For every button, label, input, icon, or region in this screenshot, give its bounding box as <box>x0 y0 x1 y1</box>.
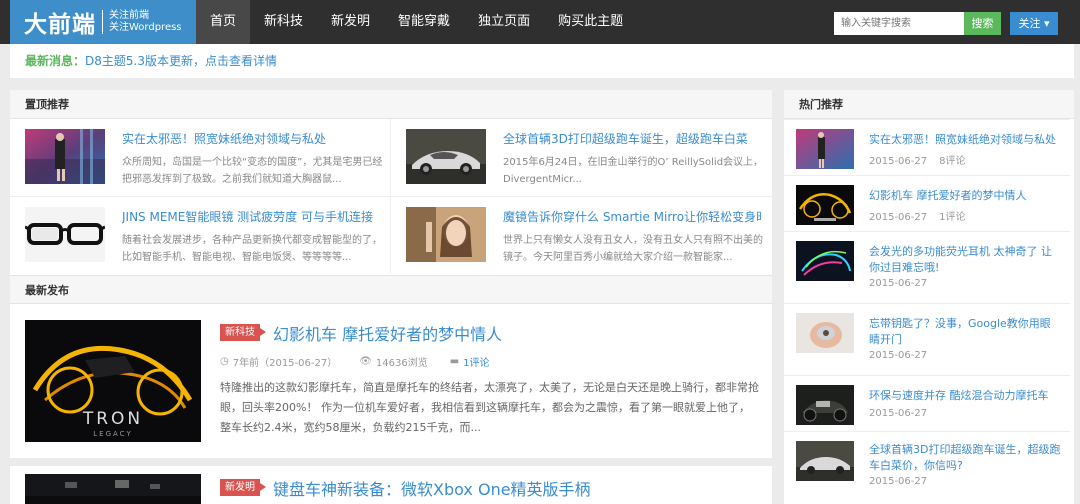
hot-item[interactable]: 忘带钥匙了？没事，Google教你用眼睛开门 2015-06-27 <box>784 303 1070 375</box>
recommend-desc: 众所周知，岛国是一个比较“变态的国度”，尤其是宅男已经把邪恶发挥到了极致。之前我… <box>122 157 383 185</box>
eye-icon: 👁 <box>359 356 372 367</box>
hot-recommend-heading: 热门推荐 <box>784 90 1074 119</box>
recommend-thumbnail[interactable] <box>25 207 105 262</box>
hot-item[interactable]: 环保与速度并存 酷炫混合动力摩托车 2015-06-27 <box>784 375 1070 431</box>
article-comments[interactable]: 1评论 <box>463 354 489 369</box>
notice-link[interactable]: D8主题5.3版本更新，点击查看详情 <box>85 54 277 68</box>
comment-icon: ▬ <box>449 356 460 367</box>
article-title[interactable]: 键盘车神新装备：微软Xbox One精英版手柄 <box>273 476 591 500</box>
nav-item-inventions[interactable]: 新发明 <box>317 0 384 44</box>
logo-subtitle-line1: 关注前端 <box>109 10 149 21</box>
main-panel: 置顶推荐 实在太邪恶！照宽妹纸绝对领域与私处 众所周知，岛国是一个比较“变态的国… <box>10 90 772 504</box>
search-input[interactable] <box>834 12 964 35</box>
divider <box>10 458 772 466</box>
top-recommend-grid: 实在太邪恶！照宽妹纸绝对领域与私处 众所周知，岛国是一个比较“变态的国度”，尤其… <box>10 119 772 273</box>
logo-subtitle: 关注前端 关注Wordpress <box>109 10 182 34</box>
nav-item-home[interactable]: 首页 <box>196 0 251 44</box>
hot-recommend-panel: 热门推荐 实在太邪恶！照宽妹纸绝对领域与私处 2015-06-27 8评论 幻影… <box>784 90 1074 504</box>
recommend-desc: 2015年6月24日，在旧金山举行的O’ ReillySolid会议上，Dive… <box>503 157 764 185</box>
article-views: 14636浏览 <box>375 358 428 369</box>
article-thumbnail[interactable]: TRON LEGACY <box>25 320 201 442</box>
recommend-item[interactable]: JINS MEME智能眼镜 测试疲劳度 可与手机连接 随着社会发展进步，各种产品… <box>10 197 390 274</box>
recommend-title[interactable]: 魔镜告诉你穿什么 Smartie Mirro让你轻松变身时 <box>503 208 761 225</box>
article-thumbnail[interactable] <box>25 474 201 504</box>
recommend-item[interactable]: 全球首辆3D打印超级跑车诞生，超级跑车白菜 2015年6月24日，在旧金山举行的… <box>391 119 771 196</box>
main-nav: 首页 新科技 新发明 智能穿戴 独立页面 购买此主题 <box>196 0 637 44</box>
recommend-thumbnail[interactable] <box>406 207 486 262</box>
tron-logo-subtext: LEGACY <box>93 430 132 438</box>
hot-title[interactable]: 幻影机车 摩托爱好者的梦中情人 <box>869 188 1061 204</box>
hot-meta: 2015-06-27 <box>869 408 939 419</box>
recommend-title[interactable]: JINS MEME智能眼镜 测试疲劳度 可与手机连接 <box>122 208 380 225</box>
recommend-desc: 随着社会发展进步，各种产品更新换代都变成智能型的了，比如智能手机、智能电视、智能… <box>122 235 382 263</box>
hot-meta: 2015-06-27 <box>869 350 939 361</box>
hot-date: 2015-06-27 <box>869 476 928 487</box>
notice-label: 最新消息： <box>25 54 86 68</box>
top-navbar: 大前端 关注前端 关注Wordpress 首页 新科技 新发明 智能穿戴 独立页… <box>0 0 1080 44</box>
nav-item-standalone-page[interactable]: 独立页面 <box>464 0 544 44</box>
hot-thumbnail[interactable] <box>796 241 854 281</box>
recommend-thumbnail[interactable] <box>25 129 105 184</box>
hot-date: 2015-06-27 <box>869 278 928 289</box>
hot-meta: 2015-06-27 8评论 <box>869 152 978 167</box>
hot-date: 2015-06-27 <box>869 212 928 223</box>
hot-title[interactable]: 忘带钥匙了？没事，Google教你用眼睛开门 <box>869 316 1061 348</box>
logo-subtitle-line2: 关注Wordpress <box>109 22 182 33</box>
logo-title: 大前端 <box>24 12 96 38</box>
notice-bar: 最新消息：D8主题5.3版本更新，点击查看详情 <box>10 44 1074 78</box>
hot-title[interactable]: 全球首辆3D打印超级跑车诞生，超级跑车白菜价，你信吗? <box>869 442 1061 474</box>
hot-item[interactable]: 幻影机车 摩托爱好者的梦中情人 2015-06-27 1评论 <box>784 175 1070 231</box>
hot-item[interactable]: 全球首辆3D打印超级跑车诞生，超级跑车白菜价，你信吗? 2015-06-27 <box>784 431 1070 504</box>
article-item: 新发明 键盘车神新装备：微软Xbox One精英版手柄 <box>10 466 772 504</box>
clock-icon: ◷ <box>220 356 229 367</box>
article-excerpt: 特隆推出的这款幻影摩托车，简直是摩托车的终结者，太漂亮了，太美了，无论是白天还是… <box>220 381 759 434</box>
article-title[interactable]: 幻影机车 摩托爱好者的梦中情人 <box>273 321 502 345</box>
recommend-item[interactable]: 实在太邪恶！照宽妹纸绝对领域与私处 众所周知，岛国是一个比较“变态的国度”，尤其… <box>10 119 390 196</box>
nav-item-buy-theme[interactable]: 购买此主题 <box>544 0 637 44</box>
recommend-thumbnail[interactable] <box>406 129 486 184</box>
hot-title[interactable]: 实在太邪恶！照宽妹纸绝对领域与私处 <box>869 132 1061 148</box>
top-recommend-heading: 置顶推荐 <box>10 90 772 119</box>
tron-logo-text: TRON <box>82 409 143 429</box>
site-logo[interactable]: 大前端 关注前端 关注Wordpress <box>10 0 196 44</box>
hot-title[interactable]: 环保与速度并存 酷炫混合动力摩托车 <box>869 388 1061 404</box>
hot-thumbnail[interactable] <box>796 185 854 225</box>
recommend-title[interactable]: 全球首辆3D打印超级跑车诞生，超级跑车白菜 <box>503 130 761 147</box>
hot-item[interactable]: 实在太邪恶！照宽妹纸绝对领域与私处 2015-06-27 8评论 <box>784 119 1070 175</box>
hot-meta: 2015-06-27 1评论 <box>869 208 978 223</box>
recommend-desc: 世界上只有懒女人没有丑女人，没有丑女人只有照不出美的镜子。今天阿里百秀小编就给大… <box>503 235 763 263</box>
hot-date: 2015-06-27 <box>869 408 928 419</box>
hot-thumbnail[interactable] <box>796 129 854 169</box>
hot-thumbnail[interactable] <box>796 385 854 425</box>
latest-heading: 最新发布 <box>10 275 772 304</box>
hot-thumbnail[interactable] <box>796 441 854 481</box>
article-item: TRON LEGACY 新科技 幻影机车 摩托爱好者的梦中情人 ◷ 7年前（20… <box>10 304 772 458</box>
hot-item[interactable]: 会发光的多功能荧光耳机 太神奇了 让你过目难忘哦! 2015-06-27 <box>784 231 1070 303</box>
recommend-item[interactable]: 魔镜告诉你穿什么 Smartie Mirro让你轻松变身时 世界上只有懒女人没有… <box>391 197 771 274</box>
article-meta: ◷ 7年前（2015-06-27） 👁 14636浏览 ▬ 1评论 <box>220 354 494 369</box>
follow-dropdown-button[interactable]: 关注 ▾ <box>1010 12 1058 35</box>
hot-thumbnail[interactable] <box>796 313 854 353</box>
category-badge[interactable]: 新科技 <box>220 324 266 341</box>
hot-meta: 2015-06-27 <box>869 278 939 289</box>
recommend-title[interactable]: 实在太邪恶！照宽妹纸绝对领域与私处 <box>122 130 380 147</box>
nav-item-wearables[interactable]: 智能穿戴 <box>384 0 464 44</box>
logo-divider <box>102 10 103 34</box>
hot-title[interactable]: 会发光的多功能荧光耳机 太神奇了 让你过目难忘哦! <box>869 244 1061 276</box>
hot-comments: 8评论 <box>939 156 966 167</box>
search-button[interactable]: 搜索 <box>964 12 1001 35</box>
hot-meta: 2015-06-27 <box>869 476 939 487</box>
hot-date: 2015-06-27 <box>869 156 928 167</box>
category-badge[interactable]: 新发明 <box>220 479 266 496</box>
nav-item-new-tech[interactable]: 新科技 <box>250 0 317 44</box>
hot-comments: 1评论 <box>939 212 966 223</box>
article-time: 7年前（2015-06-27） <box>232 358 338 369</box>
hot-date: 2015-06-27 <box>869 350 928 361</box>
